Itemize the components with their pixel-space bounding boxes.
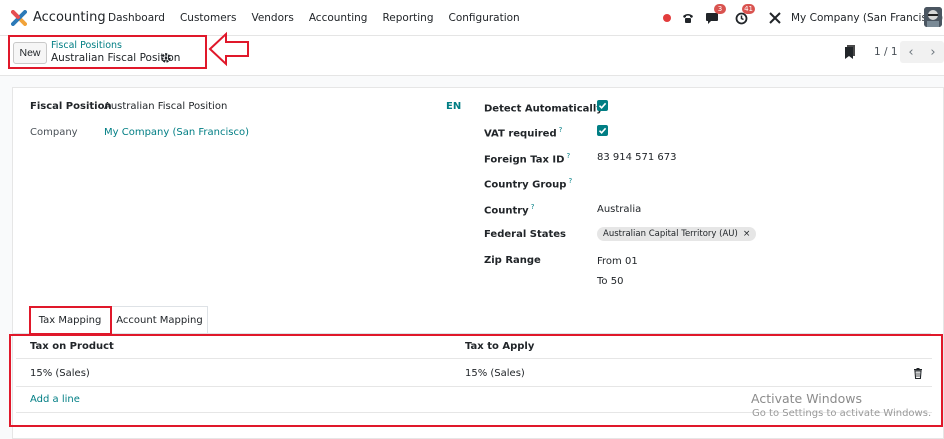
- help-icon[interactable]: ?: [559, 126, 563, 134]
- annotation-highlight-tab: [29, 306, 112, 335]
- status-dot[interactable]: [663, 14, 671, 22]
- country-group-label: Country Group?: [484, 177, 573, 191]
- foreign-tax-id-field[interactable]: 83 914 571 673: [597, 152, 677, 163]
- phone-icon[interactable]: [681, 8, 695, 28]
- vat-required-label: VAT required?: [484, 126, 563, 140]
- menu-configuration[interactable]: Configuration: [449, 12, 520, 24]
- pager-next-button[interactable]: ›: [922, 41, 944, 63]
- top-navbar: Accounting Dashboard Customers Vendors A…: [0, 0, 944, 36]
- activities-badge: 41: [742, 4, 755, 14]
- language-button[interactable]: EN: [446, 101, 461, 112]
- windows-activation-title: Activate Windows: [751, 391, 862, 406]
- check-icon: [598, 102, 607, 109]
- fiscal-position-field[interactable]: Australian Fiscal Position: [104, 101, 227, 112]
- company-label: Company: [30, 127, 78, 138]
- pager-value[interactable]: 1 / 1: [874, 46, 898, 58]
- pager-previous-button[interactable]: ‹: [900, 41, 922, 63]
- company-field[interactable]: My Company (San Francisco): [104, 127, 249, 138]
- help-icon[interactable]: ?: [566, 152, 570, 160]
- vat-required-checkbox[interactable]: [597, 125, 608, 136]
- messages-icon[interactable]: 3: [705, 4, 726, 28]
- zip-range-label: Zip Range: [484, 255, 541, 266]
- fiscal-position-label: Fiscal Position: [30, 101, 112, 112]
- menu-accounting[interactable]: Accounting: [309, 12, 368, 24]
- bookmark-icon[interactable]: [845, 45, 855, 59]
- messages-badge: 3: [714, 4, 726, 14]
- user-avatar[interactable]: [924, 7, 942, 27]
- foreign-tax-id-label: Foreign Tax ID?: [484, 152, 571, 166]
- chevron-left-icon: ‹: [908, 44, 914, 60]
- accounting-app-icon[interactable]: [11, 10, 27, 26]
- check-icon: [598, 127, 607, 134]
- menu-dashboard[interactable]: Dashboard: [108, 12, 165, 24]
- menu-customers[interactable]: Customers: [180, 12, 236, 24]
- tools-icon[interactable]: [769, 8, 781, 28]
- menu-vendors[interactable]: Vendors: [251, 12, 293, 24]
- detect-automatically-checkbox[interactable]: [597, 100, 608, 111]
- federal-states-label: Federal States: [484, 229, 566, 240]
- federal-state-tag: Australian Capital Territory (AU) ×: [597, 227, 757, 241]
- remove-tag-icon[interactable]: ×: [743, 229, 751, 239]
- annotation-arrow-icon: [208, 31, 249, 67]
- menu-reporting[interactable]: Reporting: [382, 12, 433, 24]
- zip-from-field[interactable]: From 01: [597, 256, 638, 267]
- federal-state-tag-label: Australian Capital Territory (AU): [603, 229, 738, 239]
- zip-to-field[interactable]: To 50: [597, 276, 623, 287]
- windows-activation-subtitle: Go to Settings to activate Windows.: [752, 408, 932, 419]
- annotation-highlight-breadcrumb: [8, 35, 207, 69]
- chevron-right-icon: ›: [930, 44, 936, 60]
- company-switcher[interactable]: My Company (San Francisco): [791, 12, 943, 24]
- help-icon[interactable]: ?: [531, 203, 535, 211]
- help-icon[interactable]: ?: [568, 177, 572, 185]
- country-field[interactable]: Australia: [597, 204, 641, 215]
- app-name[interactable]: Accounting: [33, 10, 106, 25]
- tab-account-mapping[interactable]: Account Mapping: [111, 306, 208, 334]
- detect-automatically-label: Detect Automatically?: [484, 101, 609, 114]
- country-label: Country?: [484, 203, 535, 217]
- main-menu: Dashboard Customers Vendors Accounting R…: [108, 12, 535, 24]
- activities-icon[interactable]: 41: [735, 4, 755, 28]
- tab-account-mapping-label: Account Mapping: [116, 314, 203, 326]
